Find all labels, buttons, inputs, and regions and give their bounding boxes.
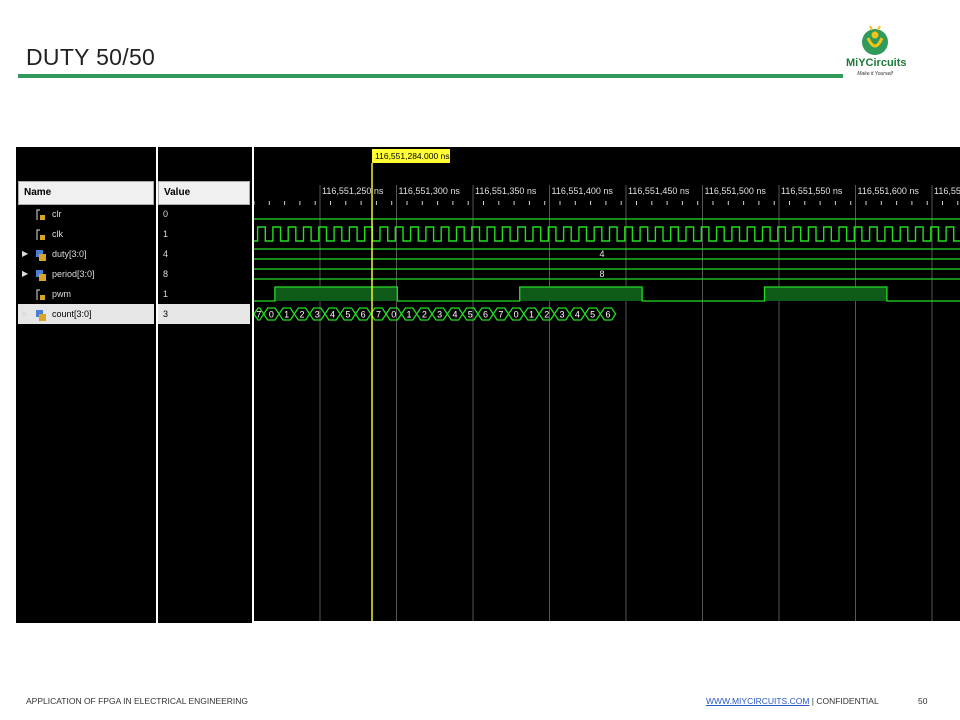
title-underline [18, 74, 843, 78]
value-column-header[interactable]: Value [158, 181, 250, 205]
time-tick-label: 116,551,400 ns [552, 186, 614, 196]
page-number: 50 [918, 696, 928, 706]
signal-row-count[interactable]: ▶ count[3:0] [18, 304, 154, 324]
signal-name-panel: Name clr clk ▶ duty[3:0] ▶ period[3:0] pwm ▶ cou… [16, 147, 156, 623]
count-bus-value: 5 [468, 310, 473, 320]
count-bus-value: 7 [498, 310, 503, 320]
time-tick-label: 116,551,600 ns [858, 186, 920, 196]
expand-arrow-icon[interactable]: ▶ [22, 304, 28, 324]
signal-value: 4 [163, 249, 169, 259]
logo-figure-icon [862, 25, 888, 55]
time-tick-label: 116,551,350 ns [475, 186, 537, 196]
bus-signal-icon [36, 248, 46, 261]
name-column-header[interactable]: Name [18, 181, 154, 205]
waveform-canvas[interactable]: 116,551,250 ns 116,551,300 ns 116,551,350 … [253, 147, 960, 621]
signal-row-period[interactable]: ▶ period[3:0] [18, 264, 154, 284]
signal-row-duty[interactable]: ▶ duty[3:0] [18, 244, 154, 264]
count-bus-value: 4 [575, 310, 580, 320]
signal-name: count[3:0] [52, 309, 92, 319]
signal-value: 0 [163, 209, 169, 219]
count-bus-value: 4 [452, 310, 457, 320]
signal-row-pwm[interactable]: pwm [18, 284, 154, 304]
signal-value: 1 [163, 289, 169, 299]
footer-course-title: APPLICATION OF FPGA IN ELECTRICAL ENGINE… [26, 696, 248, 706]
signal-value: 8 [163, 269, 169, 279]
bit-signal-icon [36, 228, 46, 240]
signal-value-row[interactable]: 0 [158, 204, 250, 224]
clk-waveform [254, 226, 960, 242]
pwm-high-fill [519, 287, 643, 301]
signal-value: 1 [163, 229, 169, 239]
count-bus-value: 1 [529, 310, 534, 320]
count-bus-value: 4 [330, 310, 335, 320]
footer-confidential: CONFIDENTIAL [816, 696, 879, 706]
count-bus-value: 3 [437, 310, 442, 320]
bus-signal-icon [36, 268, 46, 281]
count-bus-value: 6 [483, 310, 488, 320]
count-bus-value: 0 [514, 310, 519, 320]
time-tick-label: 116,55 [934, 186, 960, 196]
count-bus-value: 5 [345, 310, 350, 320]
time-tick-label: 116,551,550 ns [781, 186, 843, 196]
miycircuits-logo: MiYCircuits Make it Yourself [846, 22, 907, 78]
expand-arrow-icon[interactable]: ▶ [22, 264, 28, 284]
signal-value: 3 [163, 309, 169, 319]
signal-value-row[interactable]: 8 [158, 264, 250, 284]
signal-row-clk[interactable]: clk [18, 224, 154, 244]
bit-signal-icon [36, 288, 46, 300]
count-bus-value: 3 [315, 310, 320, 320]
signal-value-row[interactable]: 4 [158, 244, 250, 264]
count-bus-value: 7 [256, 310, 261, 320]
signal-value-panel: Value 0 1 4 8 1 3 [158, 147, 252, 623]
count-bus-value: 2 [422, 310, 427, 320]
count-bus-value: 6 [361, 310, 366, 320]
signal-name: pwm [52, 289, 72, 299]
time-tick-label: 116,551,450 ns [628, 186, 690, 196]
count-bus-value: 3 [560, 310, 565, 320]
signal-value-row[interactable]: 3 [158, 304, 250, 324]
signal-row-clr[interactable]: clr [18, 204, 154, 224]
bit-signal-icon [36, 208, 46, 220]
count-bus-value: 5 [590, 310, 595, 320]
logo-name: MiYCircuits [846, 57, 907, 69]
signal-name: duty[3:0] [52, 249, 87, 259]
pwm-high-fill [274, 287, 398, 301]
waveform-panel[interactable]: 116,551,250 ns 116,551,300 ns 116,551,350 … [253, 147, 960, 621]
signal-name: clr [52, 209, 62, 219]
time-tick-label: 116,551,250 ns [322, 186, 384, 196]
duty-bus-value: 4 [599, 249, 604, 259]
cursor-time-label: 116,551,284.000 ns [375, 151, 450, 161]
expand-arrow-icon[interactable]: ▶ [22, 244, 28, 264]
logo-tagline: Make it Yourself [857, 71, 893, 77]
pwm-high-fill [764, 287, 887, 301]
count-bus-value: 1 [284, 310, 289, 320]
signal-value-row[interactable]: 1 [158, 284, 250, 304]
footer-links: WWW.MIYCIRCUITS.COM | CONFIDENTIAL [706, 696, 879, 706]
slide-title: DUTY 50/50 [26, 44, 156, 70]
count-bus-value: 7 [376, 310, 381, 320]
count-bus-value: 2 [544, 310, 549, 320]
count-bus-value: 0 [391, 310, 396, 320]
count-bus-value: 2 [299, 310, 304, 320]
bus-signal-icon [36, 308, 46, 321]
count-bus-value: 0 [269, 310, 274, 320]
time-tick-label: 116,551,500 ns [705, 186, 767, 196]
footer-website-link[interactable]: WWW.MIYCIRCUITS.COM [706, 696, 809, 706]
period-bus-value: 8 [599, 269, 604, 279]
signal-value-row[interactable]: 1 [158, 224, 250, 244]
time-tick-label: 116,551,300 ns [399, 186, 461, 196]
signal-name: clk [52, 229, 63, 239]
count-bus-value: 6 [605, 310, 610, 320]
signal-name: period[3:0] [52, 269, 95, 279]
waveform-viewer: Name clr clk ▶ duty[3:0] ▶ period[3:0] pwm ▶ cou… [16, 147, 960, 623]
count-bus-value: 1 [407, 310, 412, 320]
